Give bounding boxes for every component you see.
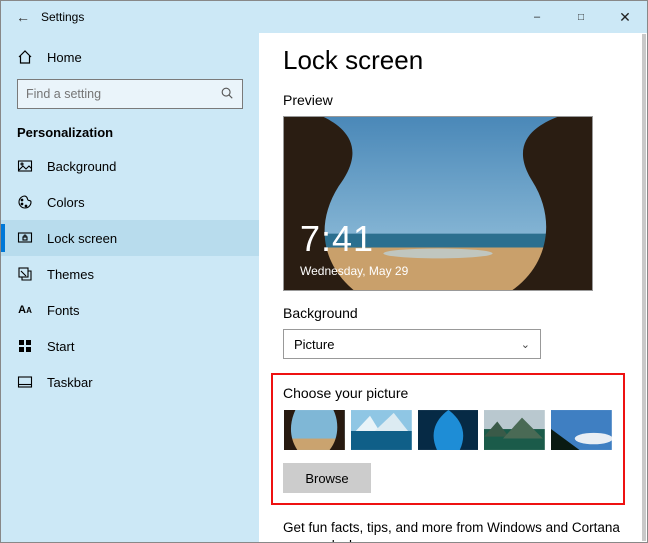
search-input[interactable] (17, 79, 243, 109)
sidebar-item-label: Background (47, 159, 116, 174)
settings-window: ← Settings – □ ✕ Home Pe (0, 0, 648, 543)
sidebar-item-label: Colors (47, 195, 85, 210)
choose-picture-label: Choose your picture (283, 385, 613, 401)
picture-thumb-5[interactable] (550, 409, 613, 451)
sidebar-section-header: Personalization (1, 113, 259, 148)
picture-thumbnails (283, 409, 613, 451)
fonts-icon: AA (17, 302, 33, 318)
sidebar-item-label: Start (47, 339, 74, 354)
taskbar-icon (17, 374, 33, 390)
background-label: Background (283, 305, 621, 321)
sidebar-home-label: Home (47, 50, 82, 65)
palette-icon (17, 194, 33, 210)
chevron-down-icon: ⌄ (521, 338, 530, 351)
background-select-value: Picture (294, 337, 334, 352)
sidebar-home[interactable]: Home (1, 39, 259, 75)
search-icon (220, 86, 234, 103)
background-select[interactable]: Picture ⌄ (283, 329, 541, 359)
sidebar-item-colors[interactable]: Colors (1, 184, 259, 220)
lock-screen-icon (17, 230, 33, 246)
picture-thumb-1[interactable] (283, 409, 346, 451)
sidebar-item-label: Themes (47, 267, 94, 282)
close-button[interactable]: ✕ (603, 1, 647, 33)
scrollbar[interactable] (642, 34, 646, 541)
start-icon (17, 338, 33, 354)
minimize-button[interactable]: – (515, 1, 559, 33)
lock-screen-preview: 7:41 Wednesday, May 29 (283, 116, 593, 291)
sidebar-item-background[interactable]: Background (1, 148, 259, 184)
sidebar-item-label: Lock screen (47, 231, 117, 246)
search-field[interactable] (26, 87, 220, 101)
main-content: Lock screen Preview 7:41 (259, 33, 647, 542)
home-icon (17, 49, 33, 65)
sidebar: Home Personalization Background (1, 33, 259, 542)
page-title: Lock screen (283, 45, 621, 76)
sidebar-item-taskbar[interactable]: Taskbar (1, 364, 259, 400)
choose-picture-section: Choose your picture Browse (271, 373, 625, 505)
themes-icon (17, 266, 33, 282)
sidebar-item-label: Taskbar (47, 375, 93, 390)
preview-date: Wednesday, May 29 (300, 264, 408, 278)
sidebar-item-themes[interactable]: Themes (1, 256, 259, 292)
picture-thumb-4[interactable] (483, 409, 546, 451)
sidebar-item-fonts[interactable]: AA Fonts (1, 292, 259, 328)
footer-text: Get fun facts, tips, and more from Windo… (283, 519, 621, 542)
back-button[interactable]: ← (9, 9, 37, 25)
titlebar: ← Settings – □ ✕ (1, 1, 647, 33)
preview-time: 7:41 (300, 218, 374, 260)
picture-thumb-2[interactable] (350, 409, 413, 451)
picture-thumb-3[interactable] (417, 409, 480, 451)
maximize-button[interactable]: □ (559, 1, 603, 33)
sidebar-item-start[interactable]: Start (1, 328, 259, 364)
sidebar-item-lock-screen[interactable]: Lock screen (1, 220, 259, 256)
preview-label: Preview (283, 92, 621, 108)
browse-button[interactable]: Browse (283, 463, 371, 493)
window-title: Settings (41, 10, 84, 24)
sidebar-item-label: Fonts (47, 303, 80, 318)
picture-icon (17, 158, 33, 174)
